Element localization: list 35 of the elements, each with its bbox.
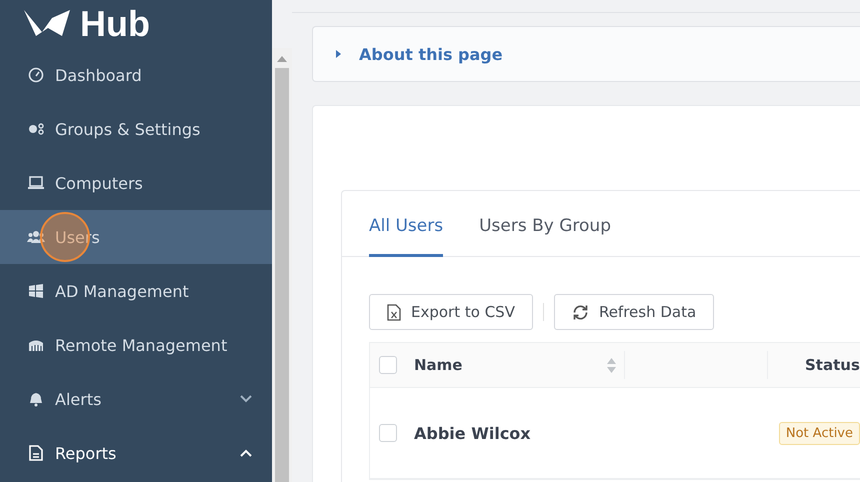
tab[interactable]: Users By Group xyxy=(479,216,611,257)
excel-file-icon xyxy=(387,304,401,320)
sidebar-item[interactable]: Groups & Settings xyxy=(0,102,272,156)
row-checkbox[interactable] xyxy=(379,424,397,442)
sort-icon xyxy=(607,358,616,372)
users-icon xyxy=(27,229,45,245)
laptop-icon xyxy=(27,175,45,191)
refresh-icon xyxy=(572,304,589,320)
bell-icon xyxy=(27,391,45,407)
gauge-icon xyxy=(27,67,45,83)
tab[interactable]: All Users xyxy=(369,216,444,257)
column-header[interactable]: Status xyxy=(768,351,860,379)
scroll-up-icon[interactable] xyxy=(277,56,287,62)
sidebar-item[interactable]: Dashboard xyxy=(0,48,272,102)
sidebar-item[interactable]: AD Management xyxy=(0,264,272,318)
status-badge: Not Active xyxy=(778,422,860,444)
user-name: Abbie Wilcox xyxy=(414,424,532,442)
chevron-down-icon xyxy=(240,395,252,403)
document-icon xyxy=(27,445,45,461)
scrollbar-thumb[interactable] xyxy=(275,68,289,482)
sidebar-item[interactable]: Reports xyxy=(0,426,272,480)
panel-title: About this page xyxy=(359,44,503,64)
export-button[interactable]: Export to CSV xyxy=(369,294,533,330)
sidebar-item[interactable]: Computers xyxy=(0,156,272,210)
about-panel[interactable]: About this page xyxy=(312,26,860,82)
refresh-button[interactable]: Refresh Data xyxy=(554,294,714,330)
logo-text: Hub xyxy=(80,6,150,42)
sidebar-item[interactable]: Remote Management xyxy=(0,318,272,372)
select-all-checkbox[interactable] xyxy=(379,356,397,374)
sidebar-item[interactable]: Alerts xyxy=(0,372,272,426)
chevron-up-icon xyxy=(240,449,252,457)
windows-icon xyxy=(27,283,45,299)
caret-right-icon xyxy=(335,49,343,59)
gears-icon xyxy=(27,121,45,137)
column-header[interactable]: Name xyxy=(414,351,625,379)
